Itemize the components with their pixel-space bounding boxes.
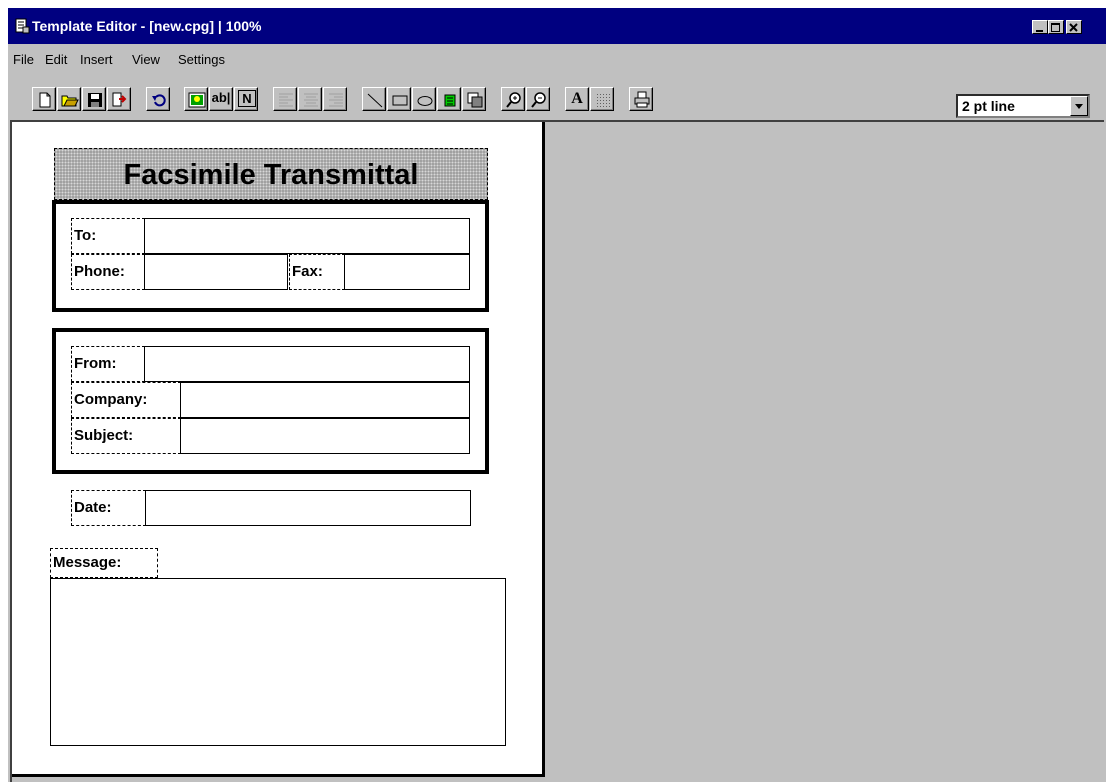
exit-icon <box>112 92 127 107</box>
zoom-out-icon <box>531 92 546 108</box>
menu-file[interactable]: File <box>13 52 34 67</box>
fill-color-icon <box>444 94 456 107</box>
toolbar: ab| N A 2 pt line <box>8 76 1106 118</box>
fax-field[interactable] <box>344 254 470 290</box>
zoom-out-button[interactable] <box>526 87 550 111</box>
phone-field[interactable] <box>144 254 288 290</box>
align-left-icon <box>279 93 293 107</box>
menu-insert[interactable]: Insert <box>80 52 113 67</box>
close-button[interactable] <box>1066 20 1082 34</box>
phone-label[interactable]: Phone: <box>71 254 145 290</box>
undo-button[interactable] <box>146 87 170 111</box>
align-center-icon <box>304 93 318 107</box>
insert-picture-button[interactable] <box>184 87 208 111</box>
print-icon <box>634 91 650 108</box>
line-width-select[interactable]: 2 pt line <box>956 94 1090 118</box>
font-label: A <box>571 90 583 107</box>
bring-front-icon <box>467 92 483 108</box>
app-window: Template Editor - [new.cpg] | 100% File … <box>8 8 1106 782</box>
company-field[interactable] <box>180 382 470 418</box>
text-field-label: ab| <box>211 90 231 105</box>
font-button[interactable]: A <box>565 87 589 111</box>
rectangle-tool-icon <box>392 95 408 106</box>
menu-settings[interactable]: Settings <box>178 52 225 67</box>
to-field[interactable] <box>144 218 470 254</box>
from-label[interactable]: From: <box>71 346 145 382</box>
new-button[interactable] <box>32 87 56 111</box>
template-page[interactable]: Facsimile Transmittal To: Phone: Fax: Fr… <box>12 122 545 777</box>
ellipse-tool-button[interactable] <box>412 87 436 111</box>
company-label[interactable]: Company: <box>71 382 181 418</box>
message-label[interactable]: Message: <box>50 548 158 578</box>
ellipse-tool-icon <box>417 96 433 106</box>
title-banner[interactable]: Facsimile Transmittal <box>54 148 488 200</box>
sender-group[interactable]: From: Company: Subject: <box>52 328 489 474</box>
insert-picture-icon <box>188 92 206 108</box>
align-center-button[interactable] <box>298 87 322 111</box>
rectangle-tool-button[interactable] <box>387 87 411 111</box>
line-width-value: 2 pt line <box>962 98 1015 114</box>
dropdown-arrow-button[interactable] <box>1070 96 1088 116</box>
zoom-in-button[interactable] <box>501 87 525 111</box>
chevron-down-icon <box>1075 104 1083 109</box>
to-label[interactable]: To: <box>71 218 145 254</box>
menu-bar: File Edit Insert View Settings <box>8 44 1106 74</box>
bring-front-button[interactable] <box>462 87 486 111</box>
line-tool-icon <box>367 93 383 108</box>
maximize-button[interactable] <box>1048 20 1064 34</box>
open-folder-icon <box>61 95 79 107</box>
open-button[interactable] <box>57 87 81 111</box>
date-label[interactable]: Date: <box>71 490 146 526</box>
message-field[interactable] <box>50 578 506 746</box>
align-left-button[interactable] <box>273 87 297 111</box>
print-button[interactable] <box>629 87 653 111</box>
menu-view[interactable]: View <box>132 52 160 67</box>
number-field-button[interactable]: N <box>234 87 258 111</box>
subject-label[interactable]: Subject: <box>71 418 181 454</box>
menu-edit[interactable]: Edit <box>45 52 67 67</box>
from-field[interactable] <box>144 346 470 382</box>
canvas-area: Facsimile Transmittal To: Phone: Fax: Fr… <box>10 120 1104 782</box>
date-field[interactable] <box>145 490 471 526</box>
save-button[interactable] <box>82 87 106 111</box>
align-right-icon <box>329 93 343 107</box>
title-bar[interactable]: Template Editor - [new.cpg] | 100% <box>8 8 1106 44</box>
shading-button[interactable] <box>590 87 614 111</box>
fill-color-button[interactable] <box>437 87 461 111</box>
window-title: Template Editor - [new.cpg] | 100% <box>32 18 262 34</box>
recipient-group[interactable]: To: Phone: Fax: <box>52 200 489 312</box>
minimize-button[interactable] <box>1032 20 1048 34</box>
new-file-icon <box>39 92 51 108</box>
text-field-button[interactable]: ab| <box>209 87 233 111</box>
save-icon <box>88 93 102 107</box>
number-field-label: N <box>238 90 256 107</box>
fax-label[interactable]: Fax: <box>289 254 345 290</box>
line-tool-button[interactable] <box>362 87 386 111</box>
exit-button[interactable] <box>107 87 131 111</box>
zoom-in-icon <box>506 92 521 108</box>
shading-icon <box>595 92 611 108</box>
subject-field[interactable] <box>180 418 470 454</box>
app-icon[interactable] <box>14 18 30 34</box>
banner-title: Facsimile Transmittal <box>123 159 419 191</box>
align-right-button[interactable] <box>323 87 347 111</box>
undo-icon <box>152 94 166 107</box>
